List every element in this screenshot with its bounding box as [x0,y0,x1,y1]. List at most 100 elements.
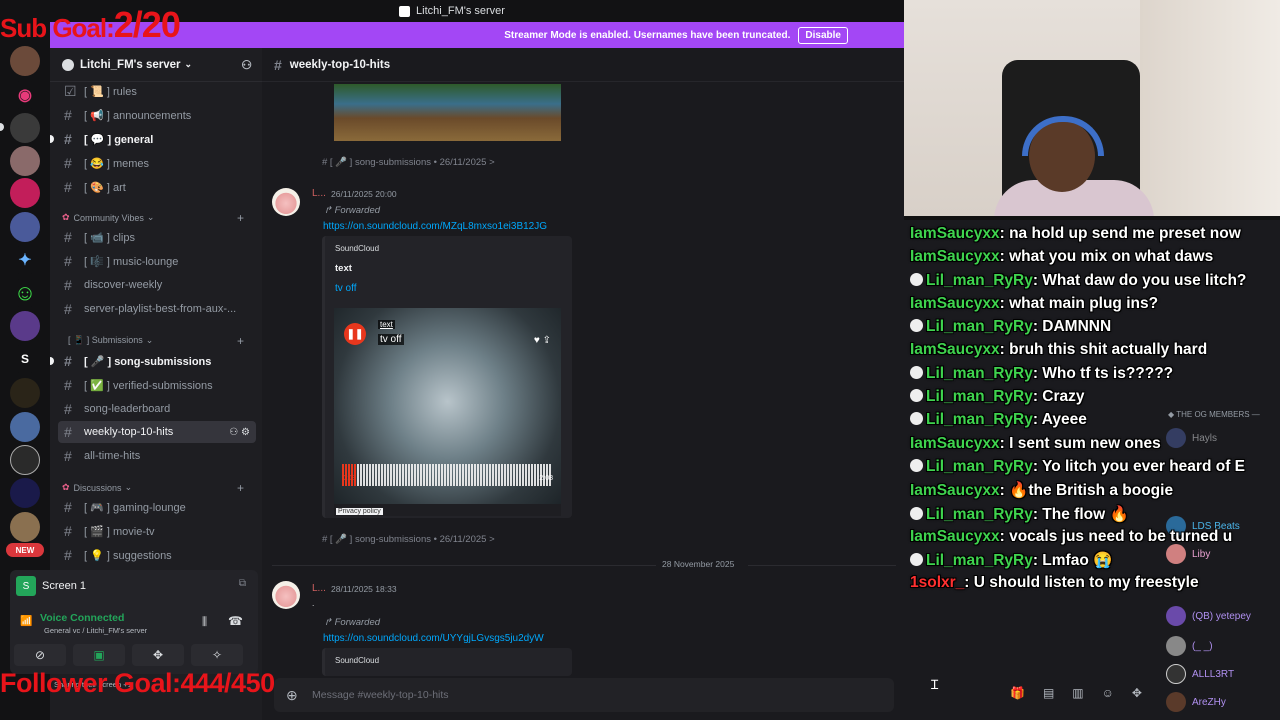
screen-share-row[interactable]: S Screen 1 [16,576,86,596]
avatar[interactable] [272,581,300,609]
channel-gaming-lounge[interactable]: #[ 🎮 ] gaming-lounge [58,496,256,518]
disable-streamer-mode-button[interactable]: Disable [798,26,848,44]
hash-icon: # [64,523,72,539]
message-link[interactable]: https://on.soundcloud.com/UYYgjLGvsgs5ju… [323,633,544,644]
disconnect-icon[interactable]: ☎ [228,614,243,628]
track-artist[interactable]: text [378,320,395,329]
stream-chat-line: Lil_man_RyRy: DAMNNN [910,318,1280,341]
channel-server-playlist[interactable]: # server-playlist-best-from-aux-... [58,298,256,320]
channel-memes[interactable]: #[ 😂 ] memes [58,152,256,174]
username[interactable]: L... [312,188,326,199]
message-link[interactable]: https://on.soundcloud.com/MZqL8mxso1ei3B… [323,221,547,232]
server-icon-5[interactable] [10,178,40,208]
timestamp: 28/11/2025 18:33 [331,584,397,594]
avatar [1166,606,1186,626]
add-member-icon[interactable]: ⚇ [241,58,252,72]
embed-image[interactable] [334,84,561,141]
pause-button[interactable]: ❚❚ [344,323,366,345]
channel-movie-tv[interactable]: #[ 🎬 ] movie-tv [58,520,256,542]
channel-all-time-hits[interactable]: # all-time-hits [58,445,256,467]
channel-discover-weekly[interactable]: # discover-weekly [58,274,256,296]
channel-weekly-top-10-hits[interactable]: # weekly-top-10-hits ⚇ ⚙ [58,421,256,443]
embed-title[interactable]: text [335,263,352,274]
server-icon-1[interactable] [10,46,40,76]
category-community[interactable]: ✿ Community Vibes ⌄ + [62,211,244,225]
chat-message: : Yo litch you ever heard of E [1032,457,1245,475]
server-icon-3[interactable] [10,113,40,143]
avatar[interactable] [272,188,300,216]
server-icon-letter[interactable]: S [10,344,40,374]
hash-icon: # [64,499,72,515]
activities-button[interactable]: ✥ [132,644,184,666]
soundcloud-embed: SoundCloud [322,648,572,676]
share-screen-button[interactable]: ▣ [73,644,125,666]
track-title[interactable]: tv off [378,334,404,345]
soundcloud-player[interactable]: ❚❚ text tv off ♥ ⇪ 0:08 2:08 Privacy pol… [334,308,561,516]
chat-message: : Lmfao 😭 [1032,552,1113,570]
channel-verified-submissions[interactable]: #[ ✅ ] verified-submissions [58,374,256,396]
soundboard-button[interactable]: ✧ [191,644,243,666]
channel-song-leaderboard[interactable]: # song-leaderboard [58,398,256,420]
server-icon-8[interactable]: ☺ [10,278,40,308]
server-header[interactable]: Litchi_FM's server ⌄ ⚇ [50,48,262,82]
server-icon-10[interactable] [10,378,40,408]
divider-line [748,565,896,566]
channel-general[interactable]: #[ 💬 ] general [58,128,256,150]
composer-tools[interactable]: 🎁▤▥☺✥ [1010,686,1160,700]
stream-chat-line: Lil_man_RyRy: Yo litch you ever heard of… [910,458,1280,481]
channel-art[interactable]: #[ 🎨 ] art [58,176,256,198]
chevron-down-icon: ⌄ [124,482,133,492]
server-icon-9[interactable] [10,311,40,341]
add-channel-icon[interactable]: + [237,481,244,495]
channel-music-lounge[interactable]: #[ 🎼 ] music-lounge [58,250,256,272]
server-icon-6[interactable] [10,212,40,242]
chevron-down-icon: ⌄ [184,59,193,69]
waveform[interactable] [342,464,552,486]
camera-off-button[interactable]: ⊘ [14,644,66,666]
message-source[interactable]: # [ 🎤 ] song-submissions • 26/11/2025 > [322,534,495,545]
channel-clips[interactable]: #[ 📹 ] clips [58,226,256,248]
server-icon-11[interactable] [10,412,40,442]
stream-chat-line: IamSaucyxx: 🔥the British a boogie [910,481,1280,504]
chatter-name: Lil_man_RyRy [926,505,1033,523]
message-source[interactable]: # [ 🎤 ] song-submissions • 26/11/2025 > [322,157,495,168]
channel-announcements[interactable]: #[ 📢 ] announcements [58,104,256,126]
checkbox-icon: ☑ [64,82,77,99]
embed-subtitle[interactable]: tv off [335,283,357,294]
server-icon-12[interactable] [10,445,40,475]
webcam-feed [904,0,1280,218]
server-icon-7[interactable]: ✦ [10,245,40,275]
add-attachment-icon[interactable]: ⊕ [286,687,298,704]
like-share-icons[interactable]: ♥ ⇪ [534,335,551,346]
forwarded-label: ↱ Forwarded [324,205,381,216]
time-total: 2:08 [539,475,553,482]
server-icon-13[interactable] [10,478,40,508]
channel-suggestions[interactable]: #[ 💡 ] suggestions [58,544,256,566]
add-channel-icon[interactable]: + [237,334,244,348]
server-icon-2[interactable]: ◉ [10,80,40,110]
message-input[interactable]: ⊕ Message #weekly-top-10-hits [274,678,894,712]
category-submissions[interactable]: [ 📱 ] Submissions ⌄ + [62,334,244,348]
member-item[interactable]: (_ _) [1166,636,1213,656]
stream-chat-line: IamSaucyxx: na hold up send me preset no… [910,225,1280,248]
channel-song-submissions[interactable]: #[ 🎤 ] song-submissions [58,350,256,372]
embed-provider: SoundCloud [335,656,380,665]
channel-rules[interactable]: ☑[ 📜 ] rules [58,80,256,102]
date-divider: 28 November 2025 [262,559,904,571]
member-item[interactable]: (QB) yetepey [1166,606,1251,626]
category-discussions[interactable]: ✿ Discussions ⌄ + [62,481,244,495]
chatter-name: IamSaucyxx [910,434,1000,452]
server-icon-4[interactable] [10,146,40,176]
avatar [1166,664,1186,684]
hash-icon: # [64,229,72,245]
server-icon-14[interactable] [10,512,40,542]
add-channel-icon[interactable]: + [237,211,244,225]
member-item[interactable]: ALLL3RT [1166,664,1234,684]
voice-status[interactable]: Voice Connected [40,612,124,624]
channel-settings-icon[interactable]: ⚇ ⚙ [229,427,250,438]
noise-suppression-icon[interactable]: ⫼ [202,616,207,629]
member-item[interactable]: AreZHy [1166,692,1226,712]
username[interactable]: L... [312,583,326,594]
popout-icon[interactable]: ⧉ [239,578,246,589]
privacy-policy-link[interactable]: Privacy policy [336,508,383,515]
